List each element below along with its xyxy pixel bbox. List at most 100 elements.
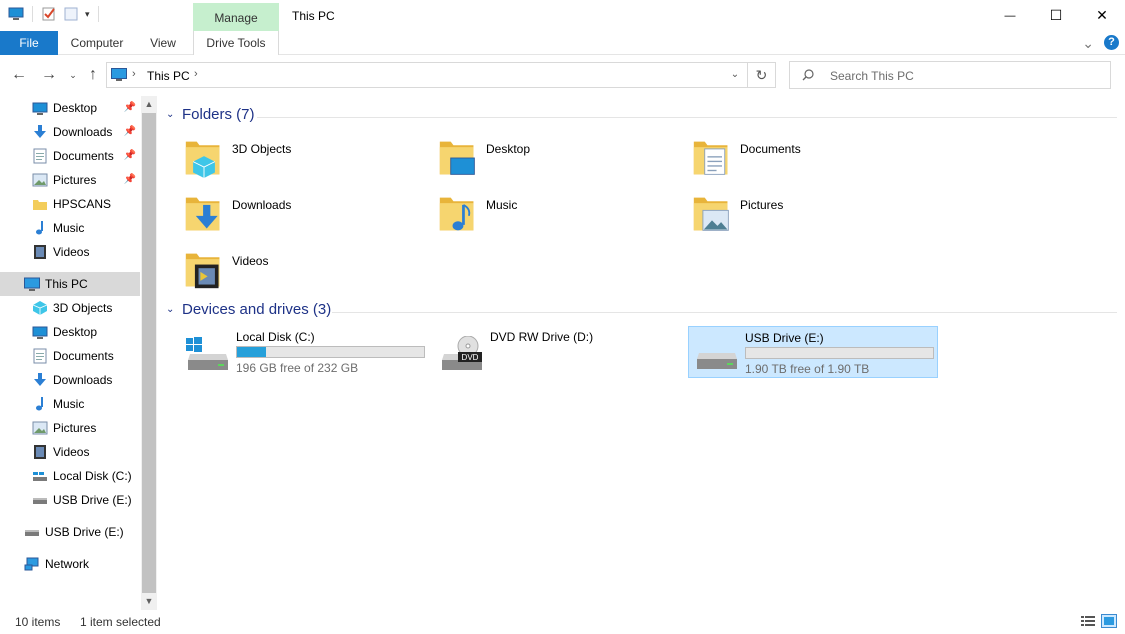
scrollbar-thumb[interactable] — [142, 113, 156, 593]
folder-tile-music[interactable]: Music — [434, 190, 684, 242]
drive-usage-fill — [237, 347, 266, 357]
up-icon[interactable]: ↑ — [84, 66, 102, 84]
folders-header-label: Folders (7) — [182, 106, 255, 123]
drives-group-header[interactable]: ⌄ Devices and drives (3) — [166, 301, 331, 318]
nav-item-network[interactable]: Network — [0, 552, 140, 576]
documents-icon — [693, 141, 728, 175]
drive-tile-local-disk-c-[interactable]: Local Disk (C:) 196 GB free of 232 GB — [180, 326, 430, 378]
new-folder-icon[interactable] — [63, 6, 79, 22]
nav-scrollbar[interactable]: ▲ ▼ — [141, 96, 157, 610]
toolbar-separator — [97, 6, 99, 22]
nav-item-pc-downloads[interactable]: Downloads — [0, 368, 140, 392]
address-bar[interactable]: › This PC › ⌄ — [106, 62, 748, 88]
nav-item-quick-documents[interactable]: Documents 📌 — [0, 144, 140, 168]
nav-item-this-pc[interactable]: This PC — [0, 272, 140, 296]
large-icons-view-icon[interactable] — [1101, 614, 1117, 628]
nav-item-label: Desktop — [53, 101, 98, 115]
nav-item-usb-drive-root[interactable]: USB Drive (E:) — [0, 520, 140, 544]
desktop-icon — [439, 141, 475, 175]
desktop-icon — [32, 326, 48, 339]
address-dropdown-icon[interactable]: ⌄ — [723, 63, 747, 87]
refresh-button[interactable]: ↻ — [748, 62, 776, 88]
search-input[interactable]: Search This PC — [789, 61, 1111, 89]
nav-item-label: USB Drive (E:) — [45, 525, 124, 539]
3d-objects-icon — [32, 301, 48, 315]
nav-item-quick-videos[interactable]: Videos — [0, 240, 140, 264]
nav-item-quick-desktop[interactable]: Desktop 📌 — [0, 96, 140, 120]
tab-view[interactable]: View — [140, 31, 186, 55]
customize-toolbar-icon[interactable]: ▾ — [85, 9, 90, 20]
collapse-chevron-icon[interactable]: ⌄ — [166, 304, 176, 315]
folder-label: Videos — [232, 254, 269, 268]
nav-item-label: Local Disk (C:) — [53, 469, 132, 483]
nav-item-label: Desktop — [53, 325, 98, 339]
close-button[interactable]: ✕ — [1079, 0, 1125, 31]
folder-tile-downloads[interactable]: Downloads — [180, 190, 430, 242]
nav-item-pc-usb-drive-e-[interactable]: USB Drive (E:) — [0, 488, 140, 512]
videos-icon — [34, 445, 46, 459]
nav-item-label: Videos — [53, 445, 90, 459]
pin-icon: 📌 — [123, 126, 136, 137]
this-pc-icon[interactable] — [8, 6, 24, 22]
drive-tile-dvd-rw-drive-d-[interactable]: DVD DVD RW Drive (D:) — [434, 326, 684, 378]
nav-item-pc-3d-objects[interactable]: 3D Objects — [0, 296, 140, 320]
downloads-icon — [34, 125, 46, 138]
nav-item-pc-music[interactable]: Music — [0, 392, 140, 416]
recent-locations-icon[interactable]: ⌄ — [64, 66, 82, 84]
breadcrumb-separator-icon[interactable]: › — [132, 68, 136, 80]
search-placeholder: Search This PC — [830, 69, 914, 83]
nav-item-quick-music[interactable]: Music — [0, 216, 140, 240]
pictures-icon — [693, 197, 729, 231]
folder-tile-desktop[interactable]: Desktop — [434, 134, 684, 186]
back-icon[interactable]: ← — [10, 66, 28, 84]
nav-item-label: Documents — [53, 149, 114, 163]
nav-item-pc-videos[interactable]: Videos — [0, 440, 140, 464]
folder-label: Downloads — [232, 198, 292, 212]
properties-icon[interactable] — [41, 6, 57, 22]
breadcrumb-separator-icon[interactable]: › — [194, 68, 198, 80]
pin-icon: 📌 — [123, 102, 136, 113]
documents-icon — [33, 148, 47, 164]
refresh-icon: ↻ — [755, 67, 768, 83]
breadcrumb-this-pc[interactable]: This PC — [147, 69, 190, 83]
collapse-chevron-icon[interactable]: ⌄ — [166, 109, 176, 120]
scroll-up-icon[interactable]: ▲ — [141, 96, 157, 113]
nav-item-label: Network — [45, 557, 90, 571]
dvd-drive-icon: DVD — [442, 336, 482, 370]
nav-item-quick-hpscans[interactable]: HPSCANS — [0, 192, 140, 216]
nav-item-quick-pictures[interactable]: Pictures 📌 — [0, 168, 140, 192]
minimize-button[interactable]: — — [987, 0, 1033, 31]
expand-ribbon-icon[interactable]: ⌄ — [1082, 36, 1094, 50]
pin-icon: 📌 — [123, 174, 136, 185]
folders-group-header[interactable]: ⌄ Folders (7) — [166, 106, 255, 123]
drive-free-space: 196 GB free of 232 GB — [236, 361, 359, 375]
dvd-badge: DVD — [462, 353, 479, 362]
tab-drive-tools[interactable]: Drive Tools — [193, 31, 279, 55]
folder-tile-3d-objects[interactable]: 3D Objects — [180, 134, 430, 186]
maximize-button[interactable]: ☐ — [1033, 0, 1079, 31]
tab-manage[interactable]: Manage — [193, 3, 279, 31]
forward-icon[interactable]: → — [40, 66, 58, 84]
scroll-down-icon[interactable]: ▼ — [141, 593, 157, 610]
minimize-icon: — — [1004, 9, 1016, 22]
nav-item-quick-downloads[interactable]: Downloads 📌 — [0, 120, 140, 144]
folder-label: 3D Objects — [232, 142, 292, 156]
nav-item-pc-pictures[interactable]: Pictures — [0, 416, 140, 440]
nav-item-pc-documents[interactable]: Documents — [0, 344, 140, 368]
nav-item-pc-local-disk-c-[interactable]: Local Disk (C:) — [0, 464, 140, 488]
folder-tile-videos[interactable]: Videos — [180, 246, 430, 298]
nav-item-pc-desktop[interactable]: Desktop — [0, 320, 140, 344]
help-icon[interactable]: ? — [1104, 35, 1119, 50]
group-divider — [257, 117, 1117, 118]
details-view-icon[interactable] — [1080, 614, 1096, 628]
drive-tile-usb-drive-e-[interactable]: USB Drive (E:) 1.90 TB free of 1.90 TB — [688, 326, 938, 378]
folder-label: Documents — [740, 142, 801, 156]
tab-computer[interactable]: Computer — [62, 31, 132, 55]
local-disk-icon — [186, 337, 228, 370]
folder-tile-pictures[interactable]: Pictures — [688, 190, 938, 242]
folder-label: Music — [486, 198, 518, 212]
folder-tile-documents[interactable]: Documents — [688, 134, 938, 186]
usb-drive-icon — [697, 353, 737, 369]
tab-file[interactable]: File — [0, 31, 58, 55]
network-icon — [24, 557, 39, 571]
